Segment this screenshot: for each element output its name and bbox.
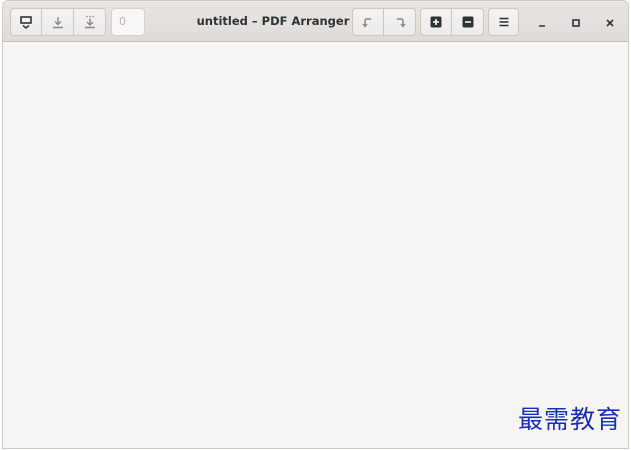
zoom-level-field[interactable]: 0: [111, 8, 145, 36]
zoom-in-button[interactable]: [420, 8, 452, 36]
rotate-left-button[interactable]: [352, 8, 384, 36]
open-file-icon: [20, 15, 32, 29]
app-window: 0 untitled – PDF Arranger 最需教育: [2, 0, 629, 449]
save-as-icon: [84, 15, 96, 29]
save-icon: [52, 16, 64, 29]
save-button[interactable]: [42, 8, 74, 36]
header-bar: 0 untitled – PDF Arranger: [3, 1, 628, 42]
minimize-button[interactable]: [529, 9, 555, 35]
close-icon: [605, 13, 615, 32]
maximize-icon: [571, 13, 581, 32]
maximize-button[interactable]: [563, 9, 589, 35]
close-button[interactable]: [597, 9, 623, 35]
main-menu-button[interactable]: [488, 8, 519, 36]
rotate-right-icon: [394, 16, 406, 28]
minimize-icon: [537, 13, 547, 32]
window-title: untitled – PDF Arranger: [196, 14, 350, 28]
save-as-button[interactable]: [74, 8, 106, 36]
zoom-in-icon: [430, 16, 442, 28]
zoom-out-icon: [462, 16, 474, 28]
watermark-text: 最需教育: [517, 405, 622, 434]
rotate-right-button[interactable]: [384, 8, 416, 36]
zoom-out-button[interactable]: [452, 8, 484, 36]
hamburger-menu-icon: [499, 17, 509, 27]
page-canvas[interactable]: 最需教育: [3, 42, 628, 448]
open-button[interactable]: [10, 8, 42, 36]
rotate-left-icon: [362, 16, 374, 28]
